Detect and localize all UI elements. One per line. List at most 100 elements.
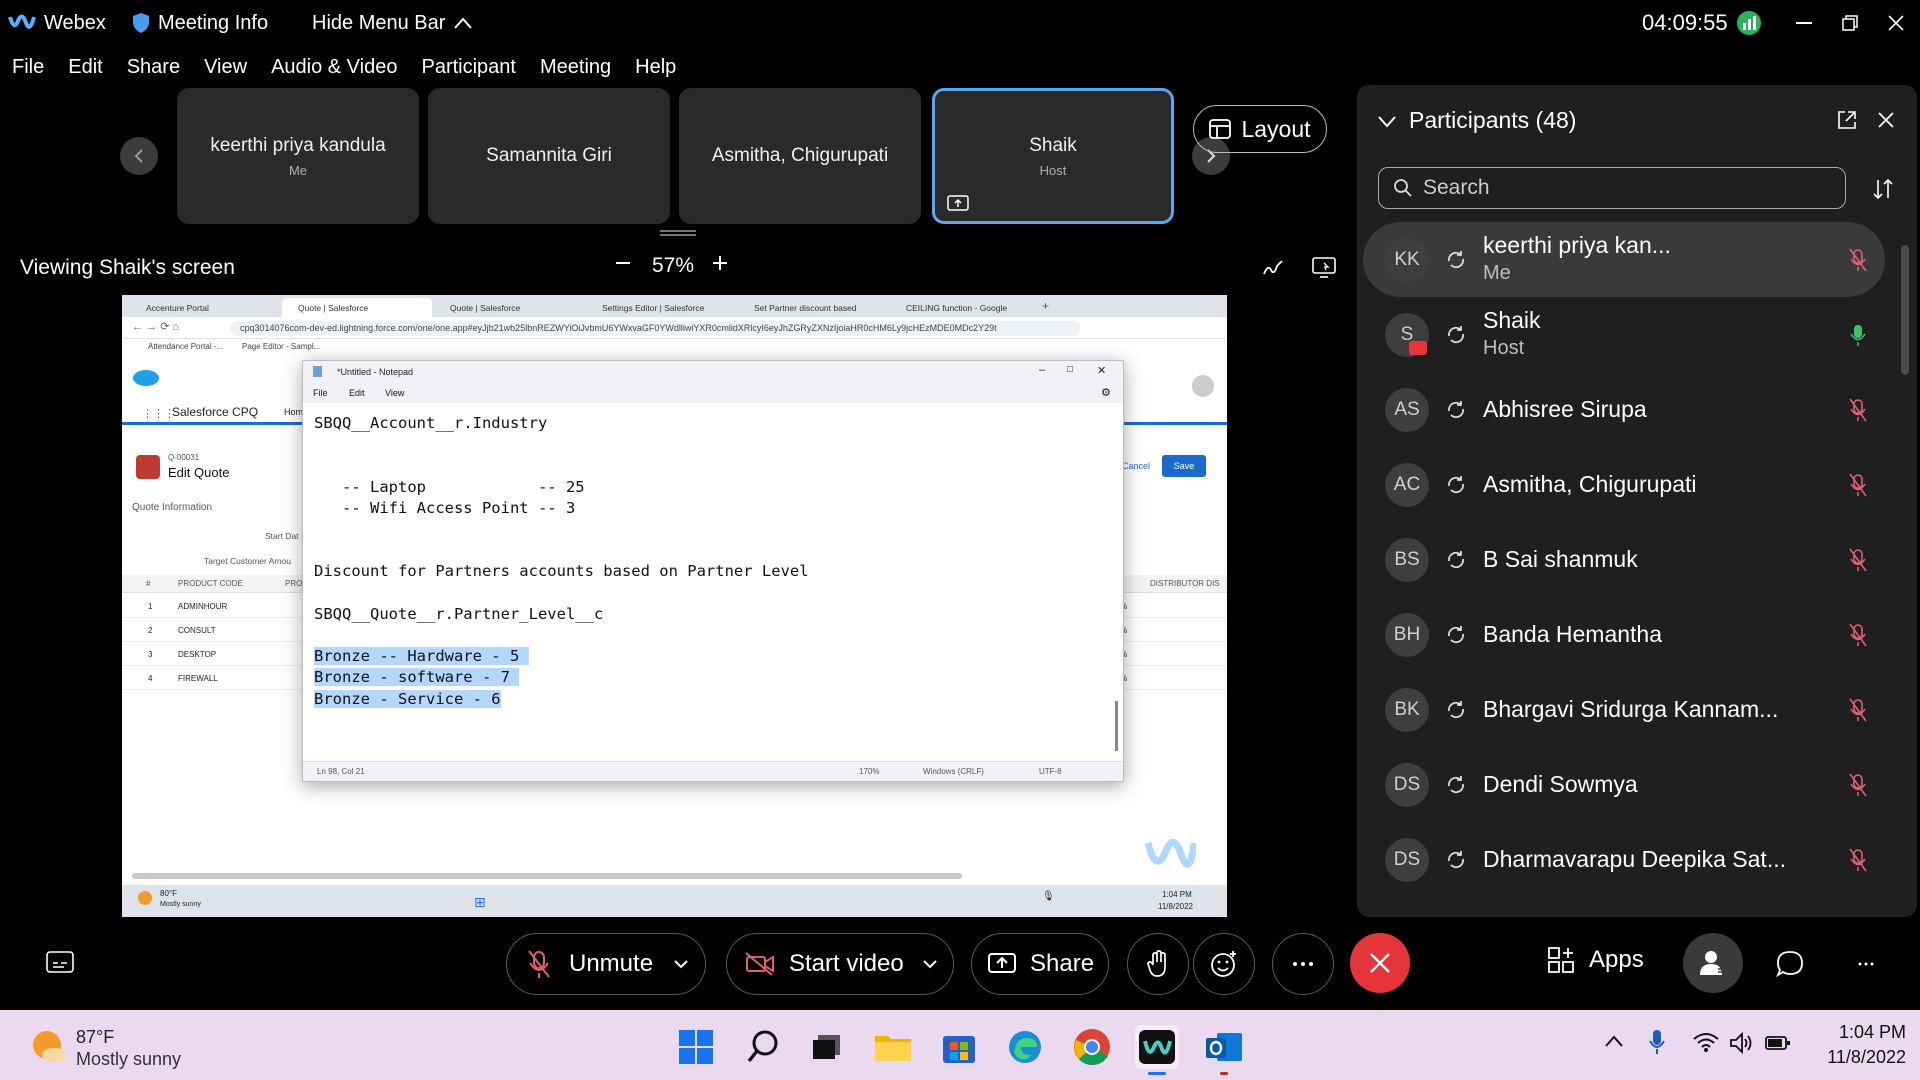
panel-more-button[interactable] xyxy=(1858,962,1874,966)
video-tile-keerthi[interactable]: keerthi priya kandula Me xyxy=(177,88,419,224)
cancel-button[interactable]: Cancel xyxy=(1122,461,1150,471)
muted-mic-icon[interactable] xyxy=(1849,398,1867,422)
chevron-down-icon[interactable] xyxy=(673,959,689,969)
participant-row[interactable]: BS B Sai shanmuk xyxy=(1363,522,1885,597)
webex-taskbar-button[interactable] xyxy=(1135,1025,1179,1069)
hide-menu-bar-button[interactable]: Hide Menu Bar xyxy=(312,10,473,36)
active-mic-icon[interactable] xyxy=(1849,323,1867,347)
end-call-button[interactable] xyxy=(1350,933,1410,993)
close-window-button[interactable] xyxy=(1876,8,1916,38)
participant-row[interactable]: AC Asmitha, Chigurupati xyxy=(1363,447,1885,522)
edge-button[interactable] xyxy=(1003,1025,1047,1069)
notepad-text-area[interactable]: SBQQ__Account__r.Industry -- Laptop -- 2… xyxy=(314,413,809,710)
browser-tab[interactable]: Accenture Portal xyxy=(130,298,280,317)
participant-row[interactable]: BH Banda Hemantha xyxy=(1363,597,1885,672)
participant-search-input[interactable]: Search xyxy=(1378,167,1846,209)
tray-overflow-button[interactable] xyxy=(1604,1034,1624,1048)
panel-scrollbar[interactable] xyxy=(1901,245,1909,375)
more-options-button[interactable] xyxy=(1272,933,1334,995)
user-avatar[interactable] xyxy=(1192,375,1214,397)
start-video-button[interactable]: Start video xyxy=(726,933,954,995)
url-field[interactable]: cpq3014076com-dev-ed.lightning.force.com… xyxy=(230,321,1080,336)
video-tile-samannita[interactable]: Samannita Giri xyxy=(428,88,670,224)
outlook-button[interactable] xyxy=(1202,1025,1246,1069)
close-panel-icon[interactable] xyxy=(1877,111,1895,129)
muted-mic-icon[interactable] xyxy=(1849,473,1867,497)
menu-help[interactable]: Help xyxy=(635,56,676,79)
notepad-menu-view[interactable]: View xyxy=(385,388,404,398)
chevron-down-icon[interactable] xyxy=(922,959,938,969)
sort-icon[interactable] xyxy=(1872,178,1894,200)
save-button[interactable]: Save xyxy=(1162,455,1206,477)
chrome-button[interactable] xyxy=(1070,1025,1114,1069)
bookmark-item[interactable]: Attendance Portal -... xyxy=(148,342,223,351)
video-tile-shaik[interactable]: Shaik Host xyxy=(932,88,1174,224)
remote-control-button[interactable] xyxy=(1312,256,1336,278)
app-launcher-icon[interactable]: ⋮⋮⋮ xyxy=(142,407,175,420)
minimize-button[interactable] xyxy=(1784,8,1824,38)
menu-view[interactable]: View xyxy=(204,56,247,79)
annotate-button[interactable] xyxy=(1262,258,1284,278)
start-button[interactable] xyxy=(674,1025,718,1069)
notepad-menu-file[interactable]: File xyxy=(313,388,328,398)
participant-row[interactable]: BK Bhargavi Sridurga Kannam... xyxy=(1363,672,1885,747)
taskbar-clock[interactable]: 1:04 PM 11/8/2022 xyxy=(1818,1022,1906,1068)
file-explorer-button[interactable] xyxy=(871,1025,915,1069)
horizontal-scrollbar[interactable] xyxy=(132,873,962,879)
browser-tab[interactable]: Quote | Salesforce xyxy=(434,298,584,317)
nav-arrows-icon[interactable]: ← → ⟳ ⌂ xyxy=(132,320,179,333)
home-tab[interactable]: Hom xyxy=(284,407,303,417)
participant-row[interactable]: DS Dharmavarapu Deepika Sat... xyxy=(1363,822,1885,897)
volume-button[interactable] xyxy=(1729,1032,1755,1054)
muted-mic-icon[interactable] xyxy=(1849,698,1867,722)
menu-file[interactable]: File xyxy=(12,56,44,79)
notepad-scrollbar[interactable] xyxy=(1115,701,1118,751)
store-button[interactable] xyxy=(937,1025,981,1069)
mini-start-icon[interactable]: ⊞ xyxy=(474,894,486,911)
participant-row[interactable]: AS Abhisree Sirupa xyxy=(1363,372,1885,447)
muted-mic-icon[interactable] xyxy=(1849,548,1867,572)
muted-mic-icon[interactable] xyxy=(1849,848,1867,872)
taskbar-search-button[interactable] xyxy=(741,1025,785,1069)
webex-app-label[interactable]: Webex xyxy=(8,10,106,36)
raise-hand-button[interactable] xyxy=(1127,933,1189,995)
participant-row[interactable]: DS Dendi Sowmya xyxy=(1363,747,1885,822)
apps-button[interactable]: Apps xyxy=(1547,946,1644,974)
participant-row[interactable]: KK keerthi priya kan... Me xyxy=(1363,222,1885,297)
zoom-out-button[interactable] xyxy=(614,254,632,272)
notepad-maximize-icon[interactable]: □ xyxy=(1067,364,1073,375)
browser-tab[interactable]: CEILING function - Google xyxy=(890,298,1040,317)
popout-icon[interactable] xyxy=(1837,110,1857,130)
menu-meeting[interactable]: Meeting xyxy=(540,56,611,79)
notepad-minimize-icon[interactable]: – xyxy=(1039,364,1045,376)
zoom-in-button[interactable] xyxy=(711,254,729,272)
meeting-info-button[interactable]: Meeting Info xyxy=(132,10,268,36)
browser-tab-active[interactable]: Quote | Salesforce xyxy=(282,298,432,317)
muted-mic-icon[interactable] xyxy=(1849,248,1867,272)
closed-captions-button[interactable] xyxy=(46,951,74,973)
notepad-settings-icon[interactable]: ⚙ xyxy=(1101,386,1111,399)
share-button[interactable]: Share xyxy=(971,933,1109,995)
participant-row[interactable]: S Shaik Host xyxy=(1363,297,1885,372)
browser-tab[interactable]: Set Partner discount based xyxy=(738,298,888,317)
restore-button[interactable] xyxy=(1830,8,1870,38)
wifi-button[interactable] xyxy=(1693,1032,1719,1052)
browser-tab[interactable]: Settings Editor | Salesforce xyxy=(586,298,736,317)
layout-button[interactable]: Layout xyxy=(1193,105,1327,153)
task-view-button[interactable] xyxy=(805,1025,849,1069)
new-tab-icon[interactable]: + xyxy=(1042,299,1049,313)
menu-participant[interactable]: Participant xyxy=(421,56,516,79)
chat-button[interactable] xyxy=(1776,950,1804,978)
menu-edit[interactable]: Edit xyxy=(68,56,102,79)
reactions-button[interactable] xyxy=(1193,933,1255,995)
menu-share[interactable]: Share xyxy=(127,56,180,79)
muted-mic-icon[interactable] xyxy=(1849,773,1867,797)
bookmark-item[interactable]: Page Editor - Sampl... xyxy=(242,342,320,351)
battery-button[interactable] xyxy=(1765,1033,1791,1053)
filmstrip-resize-handle[interactable] xyxy=(660,230,696,236)
notepad-close-icon[interactable]: ✕ xyxy=(1097,364,1106,377)
tray-mic-button[interactable] xyxy=(1649,1029,1665,1055)
notepad-menu-edit[interactable]: Edit xyxy=(349,388,365,398)
video-tile-asmitha[interactable]: Asmitha, Chigurupati xyxy=(679,88,921,224)
unmute-button[interactable]: Unmute xyxy=(506,933,706,995)
